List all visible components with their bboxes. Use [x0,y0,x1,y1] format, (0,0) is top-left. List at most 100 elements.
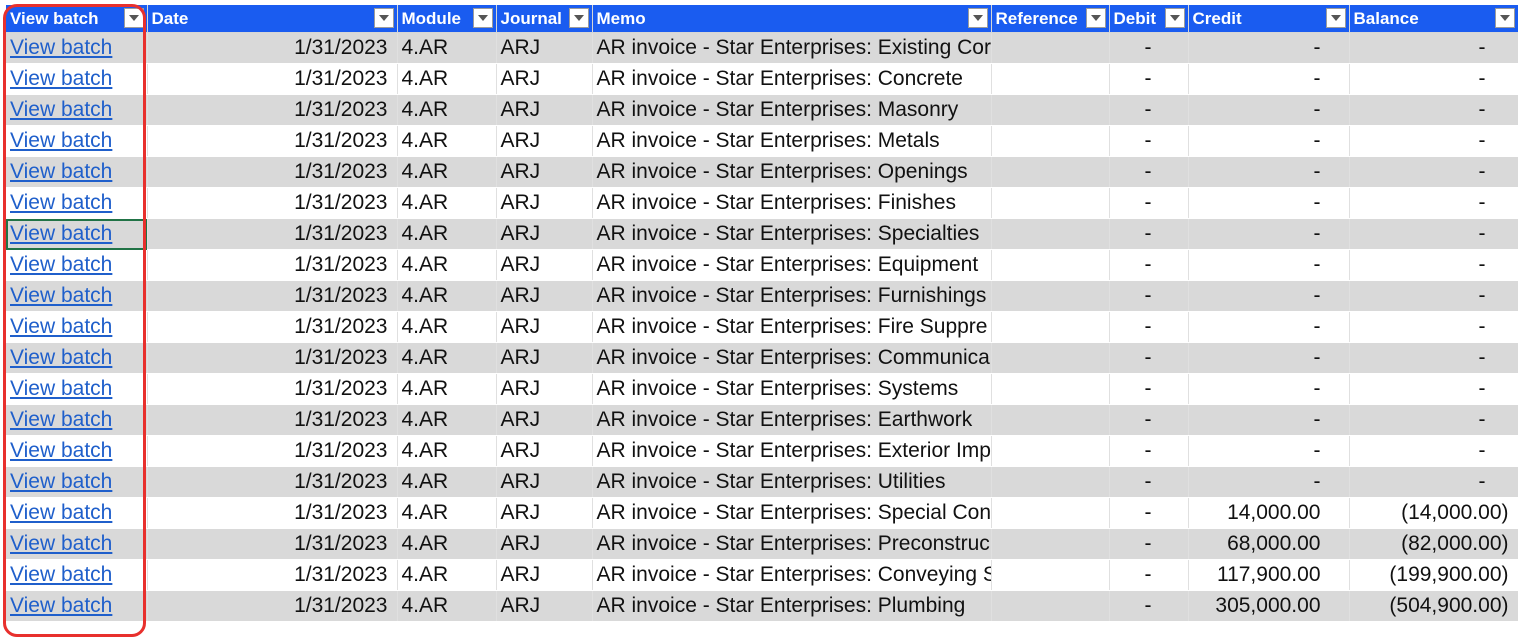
view-batch-cell[interactable]: View batch [6,373,148,405]
credit-cell[interactable]: - [1188,404,1350,436]
credit-cell[interactable]: - [1188,32,1350,64]
memo-cell[interactable]: AR invoice - Star Enterprises: Exterior … [592,435,992,467]
credit-cell[interactable]: 68,000.00 [1188,528,1350,560]
debit-cell[interactable]: - [1109,218,1189,250]
debit-cell[interactable]: - [1109,590,1189,622]
balance-cell[interactable]: (14,000.00) [1349,497,1518,529]
view-batch-link[interactable]: View batch [10,470,112,493]
reference-cell[interactable] [991,528,1110,560]
memo-cell[interactable]: AR invoice - Star Enterprises: Special C… [592,497,992,529]
view-batch-cell[interactable]: View batch [6,528,148,560]
journal-cell[interactable]: ARJ [496,32,593,64]
view-batch-cell[interactable]: View batch [6,280,148,312]
credit-cell[interactable]: - [1188,373,1350,405]
view-batch-cell[interactable]: View batch [6,32,148,64]
journal-cell[interactable]: ARJ [496,559,593,591]
view-batch-cell[interactable]: View batch [6,63,148,95]
filter-dropdown-icon[interactable] [123,8,144,28]
filter-dropdown-icon[interactable] [1325,8,1346,28]
filter-dropdown-icon[interactable] [1085,8,1106,28]
reference-cell[interactable] [991,466,1110,498]
module-cell[interactable]: 4.AR [397,404,497,436]
debit-cell[interactable]: - [1109,311,1189,343]
view-batch-link[interactable]: View batch [10,315,112,338]
module-cell[interactable]: 4.AR [397,32,497,64]
module-cell[interactable]: 4.AR [397,373,497,405]
memo-cell[interactable]: AR invoice - Star Enterprises: Systems [592,373,992,405]
module-cell[interactable]: 4.AR [397,280,497,312]
view-batch-link[interactable]: View batch [10,36,112,59]
date-cell[interactable]: 1/31/2023 [147,497,398,529]
debit-cell[interactable]: - [1109,497,1189,529]
journal-cell[interactable]: ARJ [496,373,593,405]
credit-cell[interactable]: - [1188,187,1350,219]
module-cell[interactable]: 4.AR [397,125,497,157]
debit-cell[interactable]: - [1109,559,1189,591]
balance-cell[interactable]: - [1349,187,1518,219]
view-batch-link[interactable]: View batch [10,532,112,555]
date-cell[interactable]: 1/31/2023 [147,342,398,374]
date-cell[interactable]: 1/31/2023 [147,63,398,95]
module-cell[interactable]: 4.AR [397,94,497,126]
reference-cell[interactable] [991,373,1110,405]
debit-cell[interactable]: - [1109,156,1189,188]
credit-cell[interactable]: - [1188,435,1350,467]
credit-cell[interactable]: - [1188,156,1350,188]
view-batch-cell[interactable]: View batch [6,249,148,281]
view-batch-link[interactable]: View batch [10,439,112,462]
balance-cell[interactable]: (504,900.00) [1349,590,1518,622]
view-batch-link[interactable]: View batch [10,377,112,400]
filter-dropdown-icon[interactable] [967,8,988,28]
view-batch-cell[interactable]: View batch [6,125,148,157]
memo-cell[interactable]: AR invoice - Star Enterprises: Existing … [592,32,992,64]
reference-cell[interactable] [991,125,1110,157]
view-batch-link[interactable]: View batch [10,253,112,276]
view-batch-cell[interactable]: View batch [6,497,148,529]
module-cell[interactable]: 4.AR [397,156,497,188]
balance-cell[interactable]: - [1349,32,1518,64]
reference-cell[interactable] [991,94,1110,126]
balance-cell[interactable]: - [1349,125,1518,157]
view-batch-link[interactable]: View batch [10,563,112,586]
view-batch-link[interactable]: View batch [10,160,112,183]
filter-dropdown-icon[interactable] [373,8,394,28]
filter-dropdown-icon[interactable] [472,8,493,28]
credit-cell[interactable]: 117,900.00 [1188,559,1350,591]
memo-cell[interactable]: AR invoice - Star Enterprises: Openings [592,156,992,188]
view-batch-cell[interactable]: View batch [6,311,148,343]
memo-cell[interactable]: AR invoice - Star Enterprises: Metals [592,125,992,157]
view-batch-link[interactable]: View batch [10,98,112,121]
credit-cell[interactable]: - [1188,342,1350,374]
date-cell[interactable]: 1/31/2023 [147,466,398,498]
view-batch-cell[interactable]: View batch [6,156,148,188]
memo-cell[interactable]: AR invoice - Star Enterprises: Earthwork [592,404,992,436]
reference-cell[interactable] [991,497,1110,529]
reference-cell[interactable] [991,590,1110,622]
memo-cell[interactable]: AR invoice - Star Enterprises: Furnishin… [592,280,992,312]
debit-cell[interactable]: - [1109,63,1189,95]
reference-cell[interactable] [991,187,1110,219]
date-cell[interactable]: 1/31/2023 [147,280,398,312]
view-batch-cell[interactable]: View batch [6,590,148,622]
journal-cell[interactable]: ARJ [496,342,593,374]
credit-cell[interactable]: - [1188,94,1350,126]
balance-cell[interactable]: - [1349,94,1518,126]
date-cell[interactable]: 1/31/2023 [147,249,398,281]
module-cell[interactable]: 4.AR [397,187,497,219]
journal-cell[interactable]: ARJ [496,466,593,498]
reference-cell[interactable] [991,280,1110,312]
debit-cell[interactable]: - [1109,528,1189,560]
memo-cell[interactable]: AR invoice - Star Enterprises: Equipment [592,249,992,281]
debit-cell[interactable]: - [1109,187,1189,219]
view-batch-link[interactable]: View batch [10,594,112,617]
filter-dropdown-icon[interactable] [1164,8,1185,28]
date-cell[interactable]: 1/31/2023 [147,218,398,250]
reference-cell[interactable] [991,32,1110,64]
credit-cell[interactable]: - [1188,63,1350,95]
journal-cell[interactable]: ARJ [496,218,593,250]
view-batch-link[interactable]: View batch [10,129,112,152]
balance-cell[interactable]: - [1349,404,1518,436]
reference-cell[interactable] [991,435,1110,467]
memo-cell[interactable]: AR invoice - Star Enterprises: Fire Supp… [592,311,992,343]
date-cell[interactable]: 1/31/2023 [147,187,398,219]
